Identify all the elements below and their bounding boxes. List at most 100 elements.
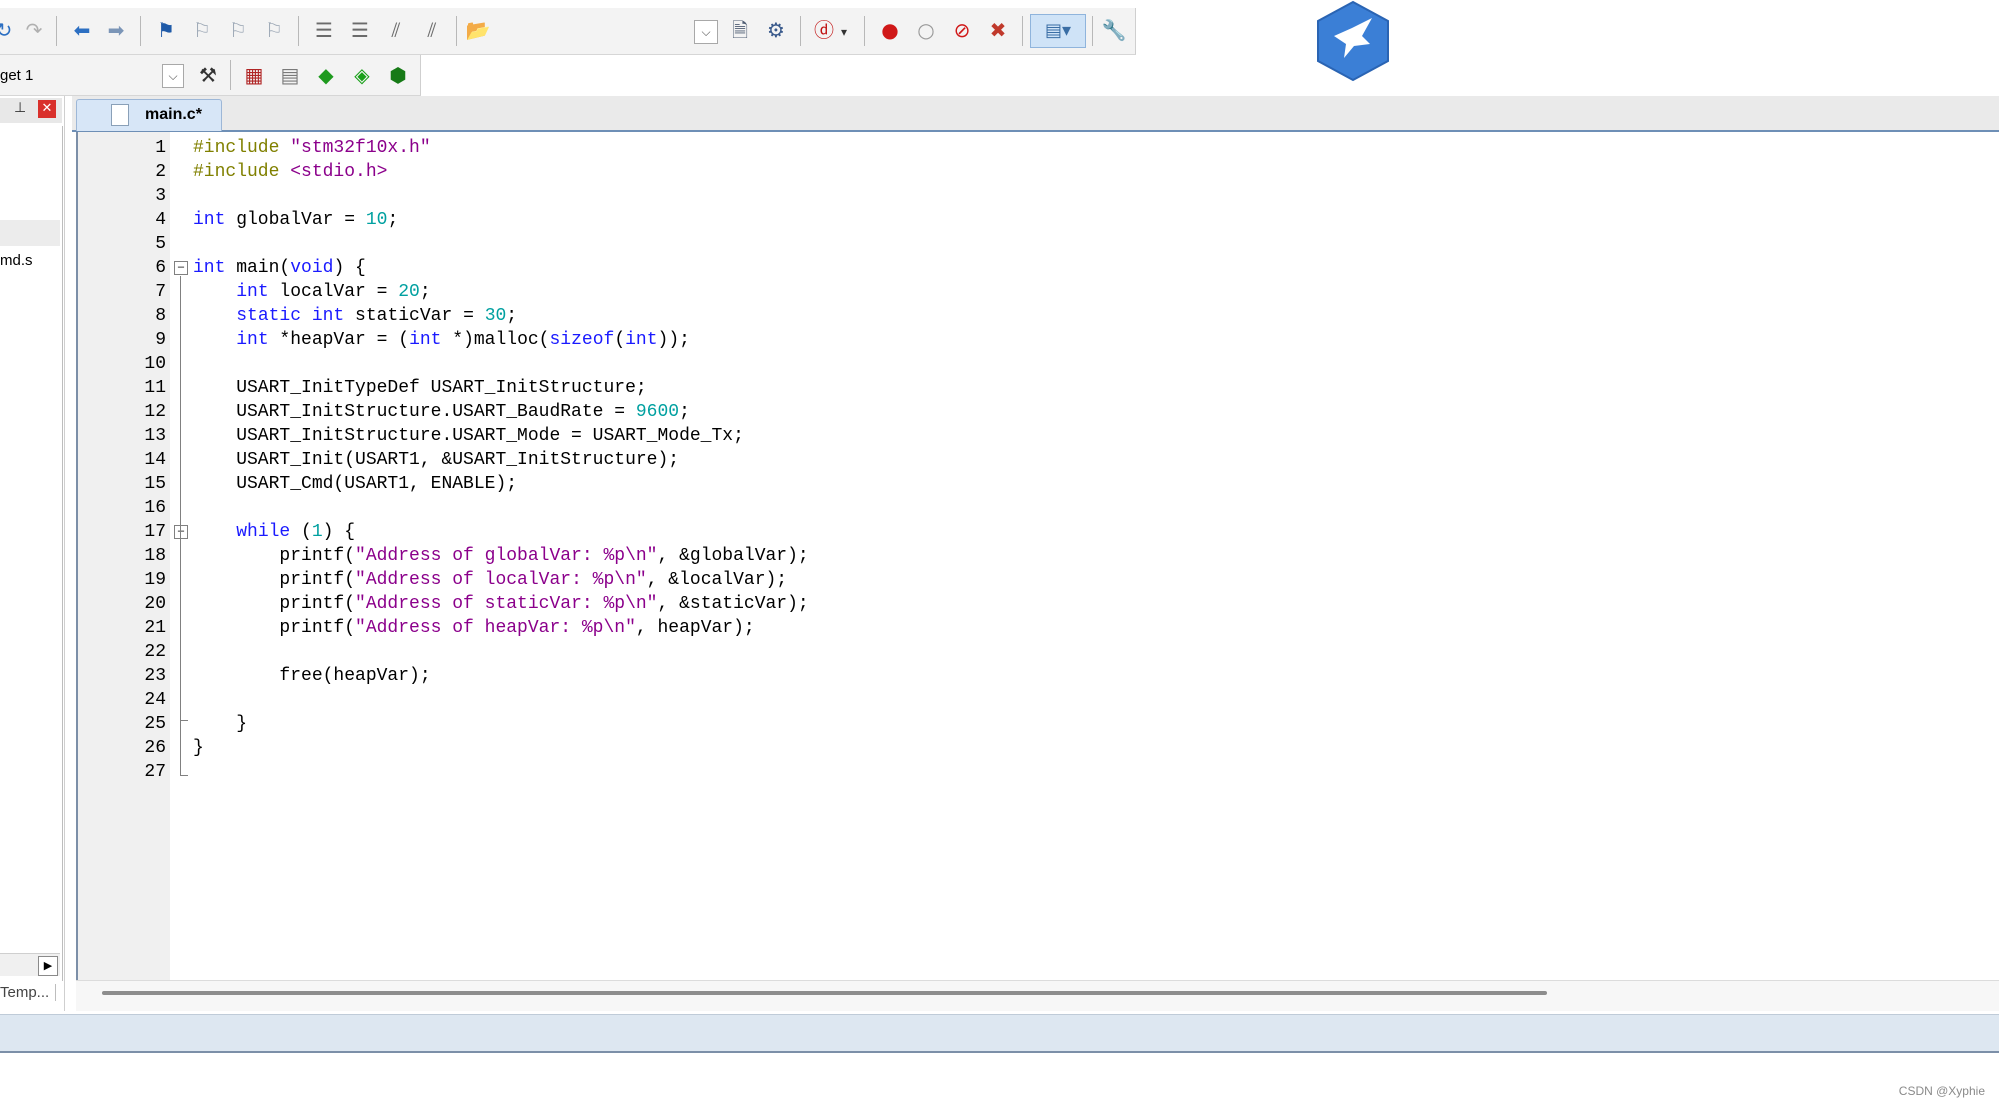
- unindent-icon[interactable]: ☰: [346, 16, 374, 44]
- line-number: 26: [144, 738, 166, 758]
- bookmark-clear-icon[interactable]: ⚐: [260, 16, 288, 44]
- line-number: 5: [155, 234, 166, 254]
- target-select[interactable]: get 1: [0, 67, 33, 84]
- code-line[interactable]: printf("Address of globalVar: %p\n", &gl…: [193, 544, 808, 568]
- nav-back-icon[interactable]: ⬅: [68, 16, 96, 44]
- bookmark-prev-icon[interactable]: ⚐: [188, 16, 216, 44]
- code-line[interactable]: free(heapVar);: [193, 664, 430, 688]
- code-token: printf(: [193, 618, 356, 638]
- code-token: globalVar =: [225, 210, 366, 230]
- translate-icon[interactable]: ▦: [240, 61, 268, 89]
- bookmark-icon[interactable]: ⚑: [152, 16, 180, 44]
- code-token: ;: [506, 306, 518, 326]
- fold-guide-end: [180, 775, 188, 776]
- tree-hscrollbar[interactable]: ▶: [0, 953, 60, 976]
- breakpoint-disable-all-icon[interactable]: ⊘: [948, 16, 976, 44]
- code-line[interactable]: printf("Address of staticVar: %p\n", &st…: [193, 592, 808, 616]
- toolbar-separator: [56, 16, 57, 46]
- configure-icon[interactable]: 🔧: [1100, 16, 1128, 44]
- code-line[interactable]: printf("Address of heapVar: %p\n", heapV…: [193, 616, 754, 640]
- line-number: 2: [155, 162, 166, 182]
- breakpoint-icon[interactable]: ●: [876, 16, 904, 44]
- code-line[interactable]: int main(void) {: [193, 256, 366, 280]
- comment-icon[interactable]: ⫽: [382, 16, 410, 44]
- window-layout-icon[interactable]: ▤▾: [1030, 14, 1086, 48]
- fold-collapse-icon[interactable]: −: [174, 525, 188, 539]
- code-line[interactable]: while (1) {: [193, 520, 355, 544]
- find-dropdown-icon[interactable]: ⌵: [694, 20, 718, 44]
- download-icon[interactable]: ⬢: [384, 61, 412, 89]
- line-number: 1: [155, 138, 166, 158]
- code-token: printf(: [193, 594, 356, 614]
- code-line[interactable]: #include "stm32f10x.h": [193, 136, 431, 160]
- project-templates-tab[interactable]: Temp...: [0, 984, 57, 1001]
- code-line[interactable]: USART_Init(USART1, &USART_InitStructure)…: [193, 448, 679, 472]
- hscroll-thumb[interactable]: [102, 991, 1547, 995]
- pin-icon[interactable]: ⊥: [14, 100, 26, 116]
- nav-forward-icon[interactable]: ➡: [102, 16, 130, 44]
- code-line[interactable]: static int staticVar = 30;: [193, 304, 517, 328]
- code-token: "Address of heapVar: %p\n": [355, 618, 636, 638]
- find-in-files-icon[interactable]: 🗎: [726, 16, 754, 44]
- code-line[interactable]: }: [193, 712, 247, 736]
- chevron-down-icon[interactable]: ▾: [836, 18, 852, 46]
- redo-icon[interactable]: ↻: [0, 16, 18, 44]
- scroll-right-icon[interactable]: ▶: [38, 956, 58, 976]
- target-dropdown-icon[interactable]: ⌵: [162, 64, 184, 88]
- debug-session-icon[interactable]: ⓓ: [810, 16, 838, 44]
- code-line[interactable]: USART_InitStructure.USART_BaudRate = 960…: [193, 400, 690, 424]
- code-token: (: [290, 522, 312, 542]
- rebuild-icon[interactable]: ◆: [312, 61, 340, 89]
- code-token: "stm32f10x.h": [290, 138, 431, 158]
- line-number: 6: [155, 258, 166, 278]
- code-line[interactable]: #include <stdio.h>: [193, 160, 387, 184]
- code-line[interactable]: }: [193, 736, 204, 760]
- code-token: int: [625, 330, 658, 350]
- line-number: 15: [144, 474, 166, 494]
- line-number: 9: [155, 330, 166, 350]
- breakpoint-kill-all-icon[interactable]: ✖: [984, 16, 1012, 44]
- line-number: 14: [144, 450, 166, 470]
- tree-selected-row[interactable]: [0, 220, 60, 246]
- code-token: 30: [484, 306, 507, 326]
- target-options-icon[interactable]: ⚒: [194, 61, 222, 89]
- line-number: 21: [144, 618, 166, 638]
- code-token: localVar =: [268, 282, 399, 302]
- tab-main-c[interactable]: main.c*: [76, 99, 222, 131]
- batch-build-icon[interactable]: ◈: [348, 61, 376, 89]
- code-line[interactable]: int *heapVar = (int *)malloc(sizeof(int)…: [193, 328, 690, 352]
- incremental-find-icon[interactable]: ⚙: [762, 16, 790, 44]
- line-number: 16: [144, 498, 166, 518]
- code-line[interactable]: USART_Cmd(USART1, ENABLE);: [193, 472, 517, 496]
- code-token: USART_InitStructure.USART_Mode = USART_M…: [193, 426, 744, 446]
- code-line[interactable]: printf("Address of localVar: %p\n", &loc…: [193, 568, 787, 592]
- fold-collapse-icon[interactable]: −: [174, 261, 188, 275]
- code-line[interactable]: int localVar = 20;: [193, 280, 430, 304]
- line-number: 20: [144, 594, 166, 614]
- uncomment-icon[interactable]: ⫽: [418, 16, 446, 44]
- line-number: 22: [144, 642, 166, 662]
- project-pane-header: ⊥ ✕: [0, 98, 62, 123]
- line-number: 11: [144, 378, 166, 398]
- code-token: main(: [225, 258, 291, 278]
- line-number: 18: [144, 546, 166, 566]
- code-token: ));: [657, 330, 690, 350]
- build-icon[interactable]: ▤: [276, 61, 304, 89]
- bookmark-next-icon[interactable]: ⚐: [224, 16, 252, 44]
- breakpoint-disable-icon[interactable]: ○: [912, 16, 940, 44]
- file-icon: [111, 104, 129, 126]
- editor-hscrollbar[interactable]: [76, 980, 1999, 1011]
- code-line[interactable]: USART_InitStructure.USART_Mode = USART_M…: [193, 424, 744, 448]
- tree-item-startup-file[interactable]: md.s: [0, 252, 33, 269]
- indent-icon[interactable]: ☰: [310, 16, 338, 44]
- code-line[interactable]: int globalVar = 10;: [193, 208, 398, 232]
- close-icon[interactable]: ✕: [38, 100, 56, 118]
- code-token: while: [236, 522, 291, 542]
- toolbar-separator: [140, 16, 141, 46]
- toolbar-separator: [1092, 16, 1093, 46]
- code-line[interactable]: USART_InitTypeDef USART_InitStructure;: [193, 376, 646, 400]
- open-file-icon[interactable]: 📂: [464, 16, 492, 44]
